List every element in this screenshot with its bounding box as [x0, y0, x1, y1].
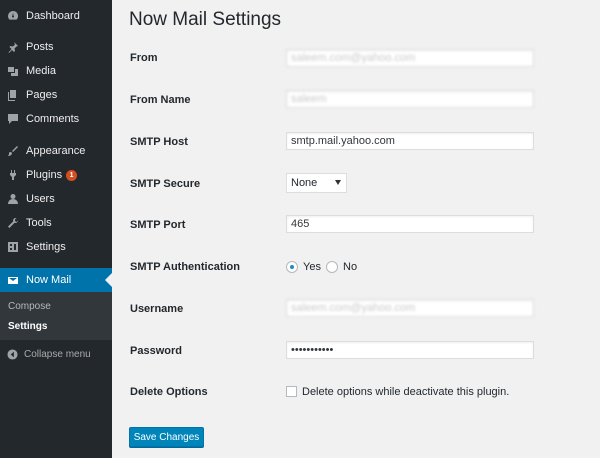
comment-icon: [7, 113, 19, 125]
wrench-icon: [7, 217, 19, 229]
from-name-field[interactable]: [286, 90, 534, 108]
smtp-secure-value: None: [291, 177, 318, 189]
sidebar-item-posts[interactable]: Posts: [0, 35, 112, 59]
password-label: Password: [130, 345, 182, 357]
chevron-down-icon: [335, 180, 341, 185]
sidebar-item-label: Now Mail: [26, 274, 72, 286]
sidebar-item-label: Comments: [26, 113, 80, 125]
pin-icon: [7, 41, 19, 53]
settings-icon: [7, 241, 19, 253]
sidebar-item-label: Dashboard: [26, 10, 80, 22]
smtp-auth-no-radio[interactable]: [326, 261, 338, 273]
username-field[interactable]: [286, 299, 534, 317]
sidebar-item-label: Users: [26, 193, 55, 205]
admin-sidebar: Dashboard Posts Media Pages Comments App…: [0, 0, 112, 458]
sidebar-item-label: Appearance: [26, 145, 86, 157]
smtp-port-field[interactable]: [286, 215, 534, 233]
smtp-port-label: SMTP Port: [130, 219, 186, 231]
sidebar-item-settings[interactable]: Settings: [0, 235, 112, 259]
sidebar-item-dashboard[interactable]: Dashboard: [0, 4, 112, 28]
sidebar-item-users[interactable]: Users: [0, 187, 112, 211]
sidebar-item-label: Settings: [26, 241, 66, 253]
sidebar-item-pages[interactable]: Pages: [0, 83, 112, 107]
smtp-host-label: SMTP Host: [130, 136, 188, 148]
from-name-label: From Name: [130, 94, 191, 106]
sidebar-item-label: Plugins: [26, 169, 63, 181]
delete-options-label: Delete Options: [130, 386, 208, 398]
smtp-secure-select[interactable]: None: [286, 173, 347, 193]
smtp-authentication-label: SMTP Authentication: [130, 261, 240, 273]
brush-icon: [7, 145, 19, 157]
smtp-auth-yes-radio[interactable]: [286, 261, 298, 273]
smtp-secure-label: SMTP Secure: [130, 178, 201, 190]
sidebar-item-comments[interactable]: Comments: [0, 107, 112, 131]
sidebar-item-label: Pages: [26, 89, 58, 101]
pages-icon: [7, 89, 19, 101]
active-menu-arrow: [105, 273, 112, 287]
submenu-item-compose[interactable]: Compose: [8, 301, 51, 312]
delete-options-checkbox-label: Delete options while deactivate this plu…: [302, 386, 510, 398]
collapse-menu-label: Collapse menu: [24, 348, 91, 360]
now-mail-submenu: Compose Settings: [0, 292, 112, 340]
media-icon: [7, 65, 19, 77]
sidebar-item-tools[interactable]: Tools: [0, 211, 112, 235]
sidebar-item-label: Tools: [26, 217, 52, 229]
dashboard-icon: [7, 10, 19, 22]
from-field[interactable]: [286, 49, 534, 67]
plugin-icon: [7, 169, 19, 181]
sidebar-item-media[interactable]: Media: [0, 59, 112, 83]
page-title: Now Mail Settings: [129, 9, 282, 30]
collapse-arrow-icon: [7, 348, 18, 360]
mail-icon: [7, 274, 19, 286]
password-field[interactable]: [286, 341, 534, 359]
sidebar-item-label: Posts: [26, 41, 54, 53]
sidebar-item-label: Media: [26, 65, 56, 77]
sidebar-item-now-mail[interactable]: Now Mail: [0, 268, 112, 292]
submenu-item-settings[interactable]: Settings: [8, 321, 47, 332]
sidebar-item-plugins[interactable]: Plugins 1: [0, 163, 112, 187]
from-label: From: [130, 52, 158, 64]
username-label: Username: [130, 303, 184, 315]
smtp-auth-no-label: No: [343, 261, 358, 273]
smtp-host-field[interactable]: [286, 132, 534, 150]
smtp-auth-yes-label: Yes: [303, 261, 321, 273]
collapse-menu-button[interactable]: Collapse menu: [0, 344, 112, 364]
plugin-update-badge: 1: [66, 169, 78, 181]
save-changes-button[interactable]: Save Changes: [129, 427, 204, 447]
sidebar-item-appearance[interactable]: Appearance: [0, 139, 112, 163]
user-icon: [7, 193, 19, 205]
delete-options-checkbox[interactable]: [286, 386, 297, 397]
